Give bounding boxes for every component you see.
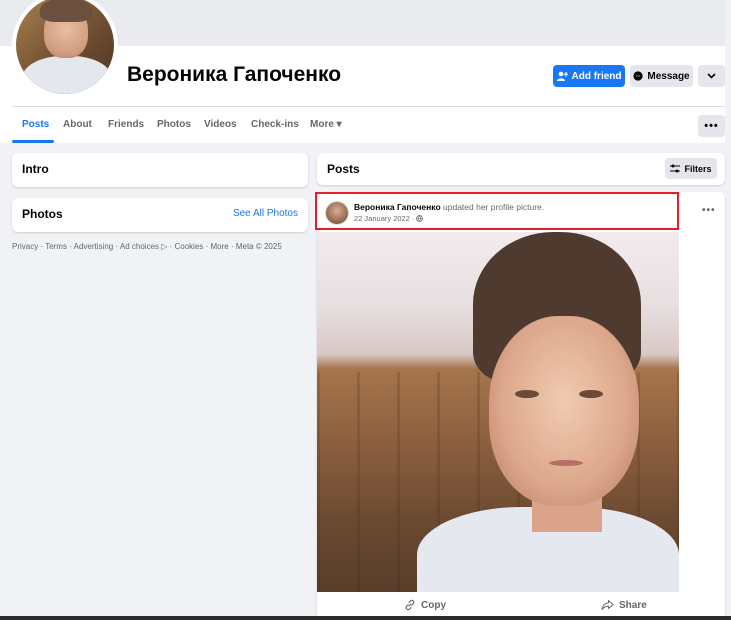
message-button[interactable]: Message (630, 65, 693, 87)
post-header-highlight-box (315, 192, 679, 230)
tab-posts[interactable]: Posts (22, 119, 49, 130)
profile-avatar[interactable] (12, 0, 118, 98)
post-photo[interactable] (317, 232, 679, 592)
share-label: Share (619, 599, 647, 611)
intro-title: Intro (22, 162, 49, 176)
avatar-hair (40, 0, 92, 22)
message-label: Message (647, 70, 690, 82)
link-icon (405, 599, 415, 611)
tab-more[interactable]: More ▾ (310, 119, 342, 130)
photos-card: Photos See All Photos (12, 198, 308, 232)
footer-links[interactable]: Privacy · Terms · Advertising · Ad choic… (12, 242, 282, 251)
profile-picture (16, 0, 114, 94)
messenger-icon (633, 71, 643, 81)
profile-options-button[interactable] (698, 65, 725, 87)
copy-button[interactable]: Copy (404, 599, 446, 611)
posts-header-card: Posts Filters (317, 153, 725, 185)
share-icon (601, 600, 614, 610)
photo-face (489, 316, 639, 506)
tab-about[interactable]: About (63, 119, 92, 130)
share-button[interactable]: Share (601, 599, 647, 611)
tab-friends[interactable]: Friends (108, 119, 144, 130)
more-dots-icon: ••• (702, 205, 716, 216)
bottom-edge (0, 616, 731, 620)
post-options-button[interactable]: ••• (702, 205, 716, 216)
filters-label: Filters (684, 163, 712, 174)
tab-videos[interactable]: Videos (204, 119, 237, 130)
avatar-shirt (22, 56, 112, 94)
photos-title: Photos (22, 207, 63, 221)
filters-button[interactable]: Filters (665, 158, 717, 179)
posts-title: Posts (327, 162, 360, 176)
tabs-more-button[interactable]: ••• (698, 115, 725, 137)
add-friend-label: Add friend (571, 70, 622, 82)
profile-name: Вероника Гапоченко (127, 63, 342, 86)
more-dots-icon: ••• (704, 120, 719, 132)
tab-check-ins[interactable]: Check-ins (251, 119, 299, 130)
active-tab-indicator (12, 140, 54, 143)
header-divider (12, 106, 725, 107)
intro-card: Intro (12, 153, 308, 187)
photo-mouth (549, 460, 583, 466)
tab-photos[interactable]: Photos (157, 119, 191, 130)
photo-left-eye (515, 390, 539, 398)
photo-right-eye (579, 390, 603, 398)
chevron-down-icon (707, 73, 716, 79)
copy-label: Copy (421, 599, 446, 611)
add-person-icon (556, 71, 568, 81)
add-friend-button[interactable]: Add friend (553, 65, 625, 87)
filters-icon (670, 164, 681, 173)
see-all-photos-link[interactable]: See All Photos (233, 208, 298, 219)
